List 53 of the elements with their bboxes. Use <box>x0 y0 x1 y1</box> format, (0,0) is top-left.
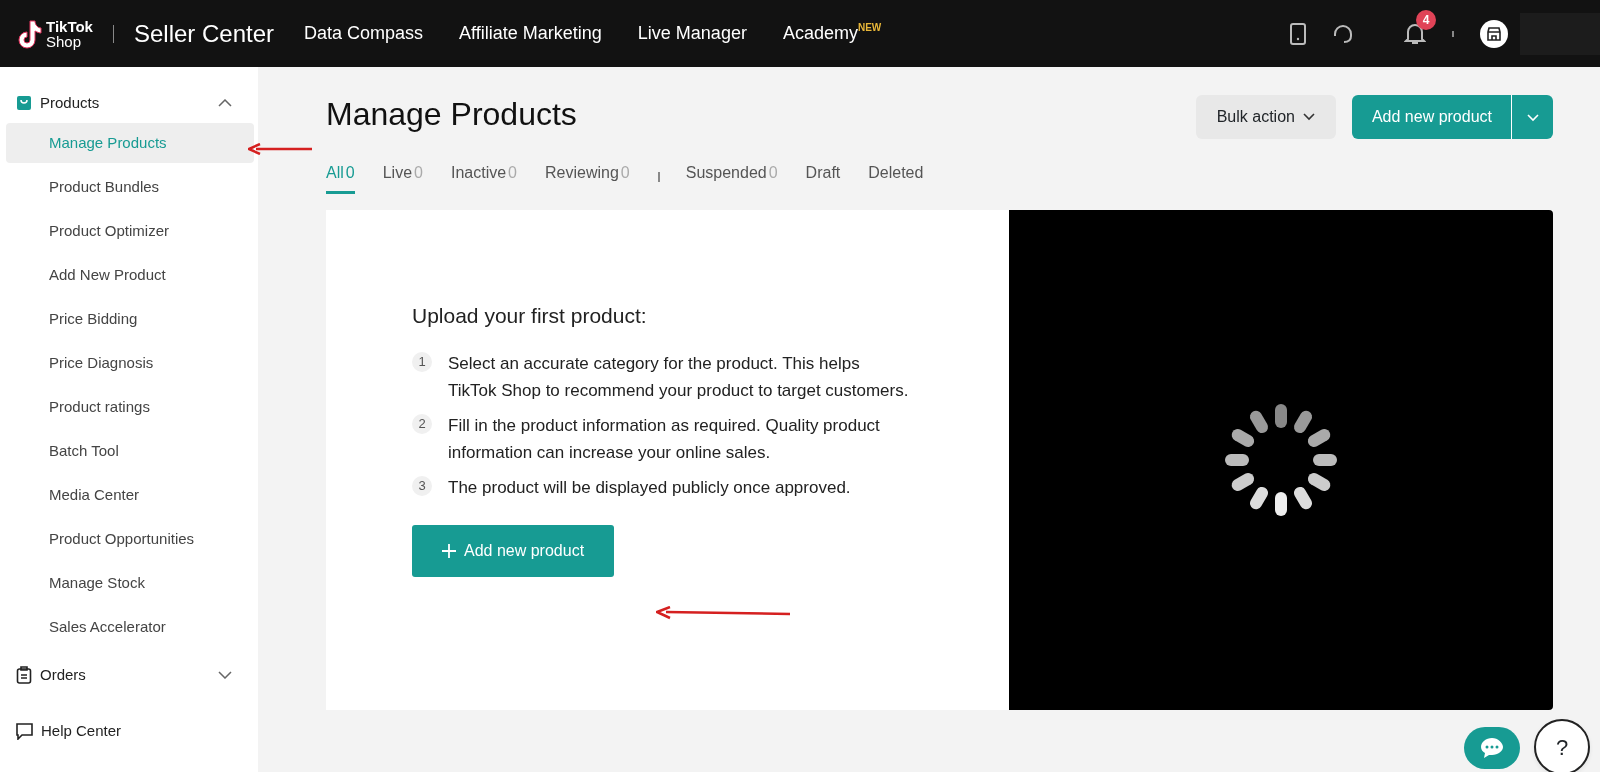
filter-tab[interactable]: Reviewing0 <box>545 161 630 194</box>
sidebar-item[interactable]: Product Optimizer <box>6 211 254 251</box>
step-number: 3 <box>412 475 432 496</box>
sidebar-item[interactable]: Product ratings <box>6 387 254 427</box>
filter-tab[interactable]: Live0 <box>382 161 423 194</box>
notification-badge: 4 <box>1416 9 1436 30</box>
bulk-action-dropdown[interactable]: Bulk action <box>1195 95 1336 139</box>
sidebar-item[interactable]: Product Bundles <box>6 167 254 207</box>
step-text: Select an accurate category for the product. This helps TikTok Shop to recommend your product to target customers. <box>448 352 910 402</box>
step-text: Fill in the product information as required. Quality product information can increase your online sales. <box>448 414 881 464</box>
sidebar-item[interactable]: Batch Tool <box>6 431 254 471</box>
sidebar-item[interactable]: Price Bidding <box>6 299 254 339</box>
step-number: 2 <box>412 413 432 434</box>
help-button[interactable]: ? <box>1534 719 1590 772</box>
filter-tab[interactable]: Deleted <box>868 161 924 194</box>
sidebar-item[interactable]: Add New Product <box>6 255 254 295</box>
sidebar-item[interactable]: Sales Accelerator <box>6 607 254 647</box>
store-avatar[interactable] <box>1480 19 1508 48</box>
shopping-bag-icon <box>16 95 32 111</box>
chat-bubble-icon <box>1480 737 1504 759</box>
sidebar-item[interactable]: Media Center <box>6 475 254 515</box>
sidebar-item[interactable]: Price Diagnosis <box>6 343 254 383</box>
new-tag: NEW <box>857 22 882 33</box>
caret-icon <box>1302 113 1315 121</box>
sidebar-item[interactable]: Manage Stock <box>6 563 254 603</box>
plus-icon <box>442 543 456 558</box>
filter-tab[interactable]: Draft <box>805 161 841 194</box>
nav-link[interactable]: Live Manager <box>619 20 765 47</box>
step-text: The product will be displayed publicly once approved. <box>448 476 851 499</box>
sidebar-group[interactable]: Help Center <box>0 711 248 751</box>
app-title: Seller Center <box>133 18 275 49</box>
step-number: 1 <box>412 351 432 372</box>
sidebar-item[interactable]: Product Opportunities <box>6 519 254 559</box>
chat-button[interactable] <box>1464 727 1520 769</box>
phone-icon[interactable] <box>1290 22 1306 45</box>
filter-tab[interactable]: Inactive0 <box>450 161 517 194</box>
page-title: Manage Products <box>326 95 577 134</box>
add-options-dropdown[interactable] <box>1511 95 1553 139</box>
store-icon <box>1486 25 1502 42</box>
intro-heading: Upload your first product: <box>412 303 648 329</box>
tiktok-logo-icon <box>16 18 42 49</box>
annotation-arrow <box>248 143 314 155</box>
sidebar-group[interactable]: Orders <box>0 655 248 695</box>
caret-icon <box>1526 113 1539 122</box>
help-chat-icon <box>16 722 33 740</box>
sidebar-group[interactable]: Products <box>0 83 248 123</box>
logo-text: TikTok <box>46 18 93 34</box>
headset-icon[interactable] <box>1332 22 1354 45</box>
logo-subtext: Shop <box>46 33 83 49</box>
nav-link[interactable]: Affiliate Marketing <box>441 20 620 47</box>
clipboard-icon <box>16 666 32 684</box>
filter-tab[interactable]: Suspended0 <box>685 161 778 194</box>
nav-link[interactable]: Data Compass <box>286 20 442 47</box>
